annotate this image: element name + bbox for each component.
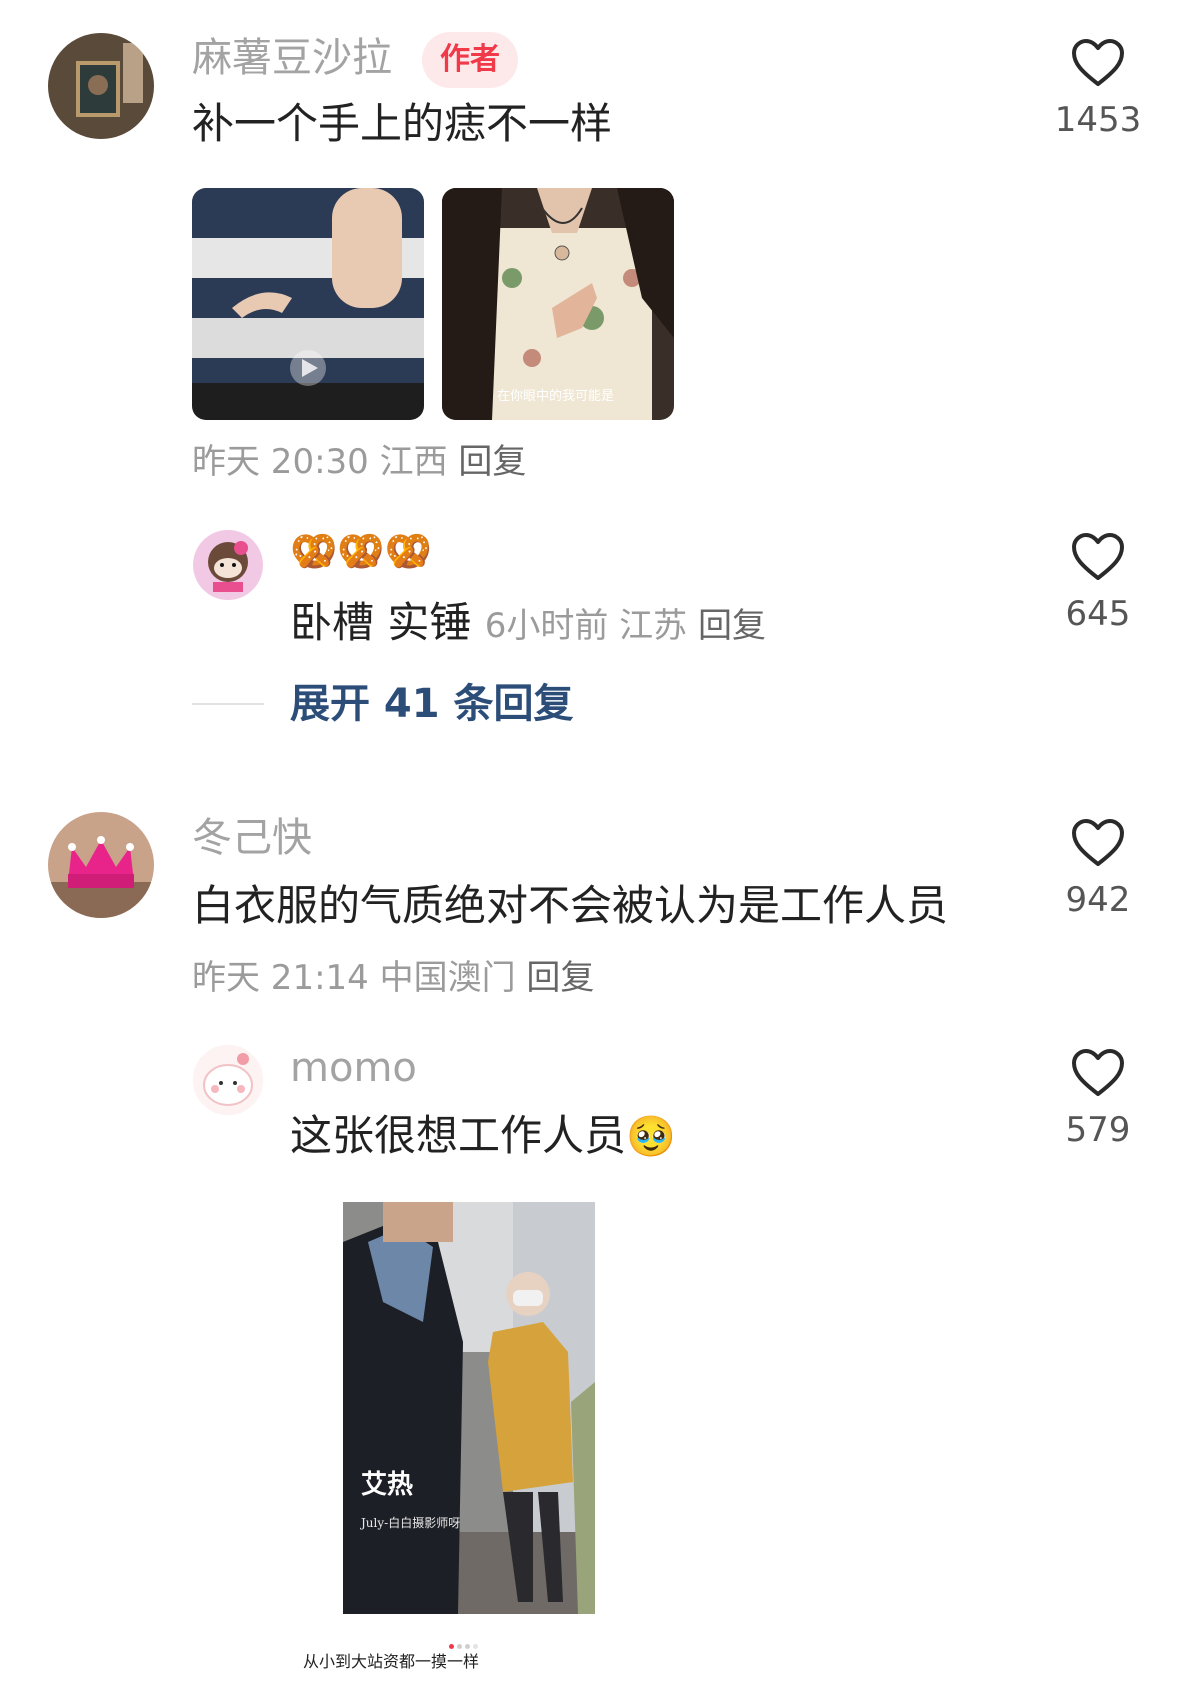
reply-button[interactable]: 回复 xyxy=(526,958,594,998)
comment-image-video[interactable] xyxy=(192,188,424,420)
reply-time: 6小时前 xyxy=(484,606,609,646)
comment-location: 中国澳门 xyxy=(379,958,516,998)
expand-divider xyxy=(192,703,264,705)
comment-meta: 昨天 20:30 江西 回复 xyxy=(192,440,526,484)
avatar[interactable] xyxy=(193,1045,263,1115)
avatar[interactable] xyxy=(48,812,154,918)
reply-location: 江苏 xyxy=(619,606,688,646)
reply-line[interactable]: 这张很想工作人员🥹 xyxy=(290,1110,676,1163)
avatar[interactable] xyxy=(193,530,263,600)
like-count: 942 xyxy=(1065,880,1131,920)
reply-line[interactable]: 卧槽 实锤 6小时前 江苏 回复 xyxy=(290,597,766,649)
comment-time: 昨天 20:30 xyxy=(192,442,369,482)
reply-meta: 6小时前 江苏 回复 xyxy=(485,606,766,646)
comment-time: 昨天 21:14 xyxy=(192,958,369,998)
reply-image[interactable]: 艾热 July-白白摄影师呀 xyxy=(343,1202,595,1614)
comment-meta: 昨天 21:14 中国澳门 回复 xyxy=(192,956,594,1000)
like-count: 579 xyxy=(1065,1110,1131,1150)
image-caption: 在你眼中的我可能是 xyxy=(497,389,615,404)
like-button[interactable]: 942 xyxy=(1038,818,1158,922)
play-icon xyxy=(290,350,326,386)
comment-text[interactable]: 补一个手上的痣不一样 xyxy=(192,98,612,150)
reply-button[interactable]: 回复 xyxy=(698,606,766,646)
image-caption: 从小到大站资都一摸一样 xyxy=(303,1652,480,1671)
comment-text[interactable]: 白衣服的气质绝对不会被认为是工作人员 xyxy=(192,880,948,932)
like-count: 1453 xyxy=(1054,100,1142,140)
reply-text: 这张很想工作人员 xyxy=(290,1111,627,1160)
like-button[interactable]: 645 xyxy=(1038,532,1158,636)
avatar-image xyxy=(48,812,154,918)
reply-username[interactable]: 🥨🥨🥨 xyxy=(290,527,432,575)
like-button[interactable]: 579 xyxy=(1038,1048,1158,1152)
reply-button[interactable]: 回复 xyxy=(458,442,526,482)
heart-outline-icon xyxy=(1072,39,1124,86)
carousel-dots xyxy=(449,1634,478,1649)
heart-outline-icon xyxy=(1072,1049,1124,1096)
comment-username[interactable]: 麻薯豆沙拉 xyxy=(192,34,392,82)
heart-outline-icon xyxy=(1072,533,1124,580)
expand-replies-button[interactable]: 展开 41 条回复 xyxy=(290,680,574,728)
like-count: 645 xyxy=(1065,594,1131,634)
heart-outline-icon xyxy=(1072,819,1124,866)
comment-username[interactable]: 冬己快 xyxy=(192,814,312,862)
comment-location: 江西 xyxy=(379,442,448,482)
comment-image[interactable]: 在你眼中的我可能是 xyxy=(442,188,674,420)
image-overlay-subtitle: July-白白摄影师呀 xyxy=(361,1516,461,1530)
like-button[interactable]: 1453 xyxy=(1038,38,1158,142)
avatar-image xyxy=(48,33,154,139)
image-overlay-title: 艾热 xyxy=(361,1470,414,1500)
avatar-image xyxy=(193,530,263,600)
reply-username[interactable]: momo xyxy=(290,1044,417,1092)
video-thumbnail xyxy=(192,188,424,420)
reply-text: 卧槽 实锤 xyxy=(290,598,472,647)
crying-face-emoji: 🥹 xyxy=(626,1114,676,1160)
photo-thumbnail xyxy=(343,1202,595,1614)
avatar-image xyxy=(193,1045,263,1115)
author-badge: 作者 xyxy=(422,32,518,88)
avatar[interactable] xyxy=(48,33,154,139)
